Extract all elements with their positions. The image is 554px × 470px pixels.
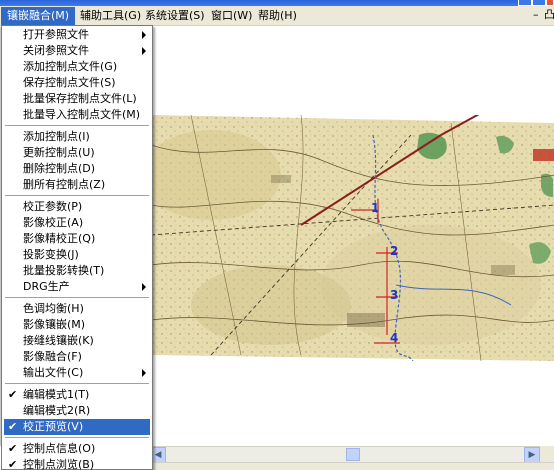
scroll-thumb[interactable]: [346, 448, 360, 461]
topographic-map: [141, 112, 554, 362]
menu-separator: [5, 195, 149, 196]
menu-item-batch-projection[interactable]: 批量投影转换(T): [4, 263, 150, 279]
submenu-arrow-icon: [142, 31, 146, 39]
menu-item-open-reference-file[interactable]: 打开参照文件: [4, 27, 150, 43]
menu-item-label: 关闭参照文件: [23, 44, 89, 57]
menu-item-seamline-mosaic[interactable]: 接缝线镶嵌(K): [4, 333, 150, 349]
mdi-minimize-button[interactable]: –: [533, 8, 539, 24]
menu-item-label: 打开参照文件: [23, 28, 89, 41]
control-point-label[interactable]: 4: [390, 331, 398, 345]
menu-separator: [5, 125, 149, 126]
menu-item-add-gcp-file[interactable]: 添加控制点文件(G): [4, 59, 150, 75]
checkmark-icon: ✔: [8, 388, 18, 401]
menu-bar: 镶嵌融合(M) 辅助工具(G) 系统设置(S) 窗口(W) 帮助(H) – 凸: [0, 6, 554, 26]
menu-system-settings[interactable]: 系统设置(S): [139, 7, 211, 25]
mosaic-fusion-dropdown-menu: 打开参照文件 关闭参照文件 添加控制点文件(G) 保存控制点文件(S) 批量保存…: [1, 25, 153, 470]
menu-item-label: 校正预览(V): [23, 420, 84, 433]
menu-mosaic-fusion[interactable]: 镶嵌融合(M): [1, 7, 76, 25]
menu-item-projection-transform[interactable]: 投影变换(J): [4, 247, 150, 263]
menu-item-label: 控制点浏览(B): [23, 458, 95, 470]
menu-item-correction-params[interactable]: 校正参数(P): [4, 199, 150, 215]
checkmark-icon: ✔: [8, 420, 18, 433]
menu-item-gcp-browse[interactable]: ✔ 控制点浏览(B): [4, 457, 150, 470]
submenu-arrow-icon: [142, 283, 146, 291]
checkmark-icon: ✔: [8, 458, 18, 470]
menu-auxiliary-tools[interactable]: 辅助工具(G): [74, 7, 147, 25]
menu-window[interactable]: 窗口(W): [205, 7, 258, 25]
menu-item-label: 控制点信息(O): [23, 442, 96, 455]
menu-item-save-gcp-file[interactable]: 保存控制点文件(S): [4, 75, 150, 91]
submenu-arrow-icon: [142, 47, 146, 55]
menu-item-batch-import-gcp-file[interactable]: 批量导入控制点文件(M): [4, 107, 150, 123]
menu-separator: [5, 297, 149, 298]
horizontal-scrollbar[interactable]: ◀ ▶: [150, 446, 540, 463]
mdi-restore-button[interactable]: 凸: [544, 8, 554, 24]
menu-item-image-fine-correction[interactable]: 影像精校正(Q): [4, 231, 150, 247]
menu-help[interactable]: 帮助(H): [252, 7, 303, 25]
scroll-right-icon[interactable]: ▶: [524, 447, 540, 463]
menu-item-image-fusion[interactable]: 影像融合(F): [4, 349, 150, 365]
menu-item-delete-all-gcp[interactable]: 删所有控制点(Z): [4, 177, 150, 193]
menu-item-label: 输出文件(C): [23, 366, 84, 379]
menu-item-label: 编辑模式1(T): [23, 388, 90, 401]
menu-item-edit-mode-1[interactable]: ✔ 编辑模式1(T): [4, 387, 150, 403]
menu-item-close-reference-file[interactable]: 关闭参照文件: [4, 43, 150, 59]
menu-separator: [5, 437, 149, 438]
menu-item-label: DRG生产: [23, 280, 70, 293]
menu-item-color-balance[interactable]: 色调均衡(H): [4, 301, 150, 317]
menu-separator: [5, 383, 149, 384]
menu-item-delete-gcp[interactable]: 删除控制点(D): [4, 161, 150, 177]
control-point-label[interactable]: 3: [390, 288, 398, 302]
scanned-map-image: 1 2 3 4: [141, 112, 554, 364]
menu-item-batch-save-gcp-file[interactable]: 批量保存控制点文件(L): [4, 91, 150, 107]
menu-item-image-correction[interactable]: 影像校正(A): [4, 215, 150, 231]
menu-item-correction-preview[interactable]: ✔ 校正预览(V): [4, 419, 150, 435]
checkmark-icon: ✔: [8, 442, 18, 455]
menu-item-output-file[interactable]: 输出文件(C): [4, 365, 150, 381]
control-point-label[interactable]: 1: [371, 201, 379, 215]
status-bar: [150, 462, 554, 470]
menu-item-drg-production[interactable]: DRG生产: [4, 279, 150, 295]
control-point-label[interactable]: 2: [390, 244, 398, 258]
menu-item-edit-mode-2[interactable]: 编辑模式2(R): [4, 403, 150, 419]
scroll-corner: [540, 446, 554, 462]
menu-item-add-gcp[interactable]: 添加控制点(I): [4, 129, 150, 145]
menu-item-image-mosaic[interactable]: 影像镶嵌(M): [4, 317, 150, 333]
submenu-arrow-icon: [142, 369, 146, 377]
menu-item-update-gcp[interactable]: 更新控制点(U): [4, 145, 150, 161]
menu-item-gcp-info[interactable]: ✔ 控制点信息(O): [4, 441, 150, 457]
